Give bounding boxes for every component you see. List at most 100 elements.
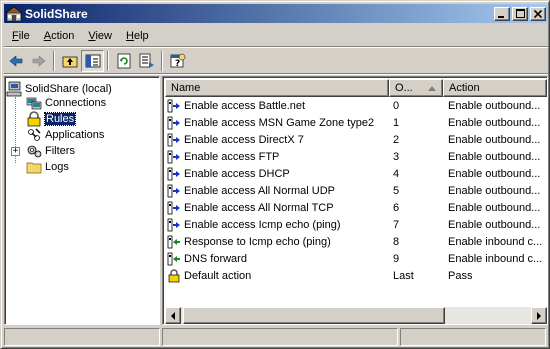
status-panel <box>400 328 546 346</box>
outbound-rule-icon <box>167 99 181 113</box>
column-header-name[interactable]: Name <box>165 79 389 97</box>
table-row[interactable]: Enable access DHCP 4 Enable outbound... <box>165 165 547 182</box>
inbound-rule-icon <box>167 252 181 266</box>
cell-action: Pass <box>448 269 473 282</box>
help-icon: ? <box>170 53 185 69</box>
cell-order: 6 <box>393 201 400 214</box>
tree-pane: SolidShare (local) Connections Rules App… <box>4 76 160 325</box>
sort-ascending-icon <box>428 86 436 91</box>
table-row[interactable]: Enable access Icmp echo (ping) 7 Enable ou… <box>165 216 547 233</box>
outbound-rule-icon <box>167 184 181 198</box>
table-row[interactable]: Enable access All Normal UDP 5 Enable outb… <box>165 182 547 199</box>
rule-name: Response to Icmp echo (ping) <box>184 235 331 248</box>
filters-expander[interactable]: + <box>11 147 20 156</box>
tree-item-connections[interactable]: Connections <box>26 95 106 111</box>
table-row[interactable]: Enable access All Normal TCP 6 Enable outb… <box>165 199 547 216</box>
window-title: SolidShare <box>25 6 88 21</box>
cell-order: 8 <box>393 235 400 248</box>
table-row[interactable]: Default action Last Pass <box>165 267 547 284</box>
rule-name: Enable access Battle.net <box>184 99 306 112</box>
menu-view[interactable]: View <box>80 30 118 42</box>
export-list-button[interactable] <box>135 50 158 72</box>
close-button[interactable] <box>530 6 546 21</box>
up-one-level-icon <box>62 56 77 68</box>
menu-help[interactable]: Help <box>118 30 155 42</box>
connections-icon <box>26 95 42 111</box>
table-row[interactable]: Enable access FTP 3 Enable outbound... <box>165 148 547 165</box>
menu-file[interactable]: File <box>4 30 36 42</box>
scrollbar-thumb[interactable] <box>183 307 445 324</box>
cell-action: Enable outbound... <box>448 218 541 231</box>
cell-order: 1 <box>393 116 400 129</box>
scroll-right-button[interactable] <box>531 307 547 324</box>
tree-item-label: Rules <box>43 112 77 126</box>
cell-action: Enable outbound... <box>448 99 541 112</box>
refresh-button[interactable] <box>112 50 135 72</box>
table-row[interactable]: Enable access MSN Game Zone type2 1 Enable… <box>165 114 547 131</box>
cell-name: Enable access Battle.net <box>165 99 389 113</box>
rule-name: Default action <box>184 269 252 282</box>
lock-icon <box>26 111 42 127</box>
cell-name: Enable access DirectX 7 <box>165 133 389 147</box>
table-row[interactable]: Enable access Battle.net 0 Enable outbound… <box>165 97 547 114</box>
scroll-left-button[interactable] <box>165 307 181 324</box>
tree-item-label: Filters <box>45 145 75 157</box>
toolbar-bottom-separator <box>4 73 548 75</box>
applications-icon <box>26 127 42 143</box>
tree-item-rules[interactable]: Rules <box>26 111 77 127</box>
cell-action: Enable outbound... <box>448 133 541 146</box>
table-row[interactable]: Enable access DirectX 7 2 Enable outbound.… <box>165 131 547 148</box>
column-header-action[interactable]: Action <box>443 79 547 97</box>
cell-action: Enable outbound... <box>448 201 541 214</box>
minimize-button[interactable] <box>494 6 510 21</box>
cell-name: Enable access All Normal TCP <box>165 201 389 215</box>
cell-name: DNS forward <box>165 252 389 266</box>
up-one-level-button[interactable] <box>58 50 81 72</box>
show-hide-tree-button[interactable] <box>81 50 104 72</box>
folder-icon <box>26 159 42 175</box>
cell-name: Enable access FTP <box>165 150 389 164</box>
tree-item-filters[interactable]: Filters <box>26 143 75 159</box>
forward-button[interactable] <box>27 50 50 72</box>
status-panel <box>162 328 398 346</box>
cell-order: 5 <box>393 184 400 197</box>
help-button[interactable]: ? <box>166 50 189 72</box>
computer-icon <box>6 81 22 97</box>
rule-name: Enable access FTP <box>184 150 280 163</box>
back-button[interactable] <box>4 50 27 72</box>
lock-icon <box>167 268 181 283</box>
filters-icon <box>26 143 42 159</box>
cell-name: Default action <box>165 268 389 283</box>
cell-name: Enable access DHCP <box>165 167 389 181</box>
table-row[interactable]: Response to Icmp echo (ping) 8 Enable inbo… <box>165 233 547 250</box>
column-header-order[interactable]: O... <box>389 79 443 97</box>
cell-name: Enable access All Normal UDP <box>165 184 389 198</box>
rule-name: Enable access MSN Game Zone type2 <box>184 116 375 129</box>
rules-list: Enable access Battle.net 0 Enable outbound… <box>165 97 547 284</box>
menu-action[interactable]: Action <box>36 30 81 42</box>
outbound-rule-icon <box>167 218 181 232</box>
title-bar[interactable]: SolidShare <box>4 4 548 23</box>
menu-bar: File Action View Help <box>4 26 155 46</box>
maximize-button[interactable] <box>512 6 528 21</box>
outbound-rule-icon <box>167 116 181 130</box>
refresh-icon <box>117 53 130 69</box>
rule-name: DNS forward <box>184 252 247 265</box>
tree-item-logs[interactable]: Logs <box>26 159 69 175</box>
tree-item-applications[interactable]: Applications <box>26 127 104 143</box>
cell-order: 0 <box>393 99 400 112</box>
cell-order: 7 <box>393 218 400 231</box>
rule-name: Enable access Icmp echo (ping) <box>184 218 341 231</box>
table-row[interactable]: DNS forward 9 Enable inbound c... <box>165 250 547 267</box>
cell-name: Enable access Icmp echo (ping) <box>165 218 389 232</box>
horizontal-scrollbar[interactable] <box>165 307 547 324</box>
cell-action: Enable outbound... <box>448 167 541 180</box>
cell-name: Response to Icmp echo (ping) <box>165 235 389 249</box>
cell-order: 9 <box>393 252 400 265</box>
tree-item-label: Connections <box>45 97 107 109</box>
tree-root-label: SolidShare (local) <box>25 83 112 95</box>
cell-order: Last <box>393 269 414 282</box>
show-hide-tree-icon <box>85 54 100 68</box>
list-header: Name O... Action <box>165 79 547 97</box>
tree-item-label: Applications <box>45 129 105 141</box>
